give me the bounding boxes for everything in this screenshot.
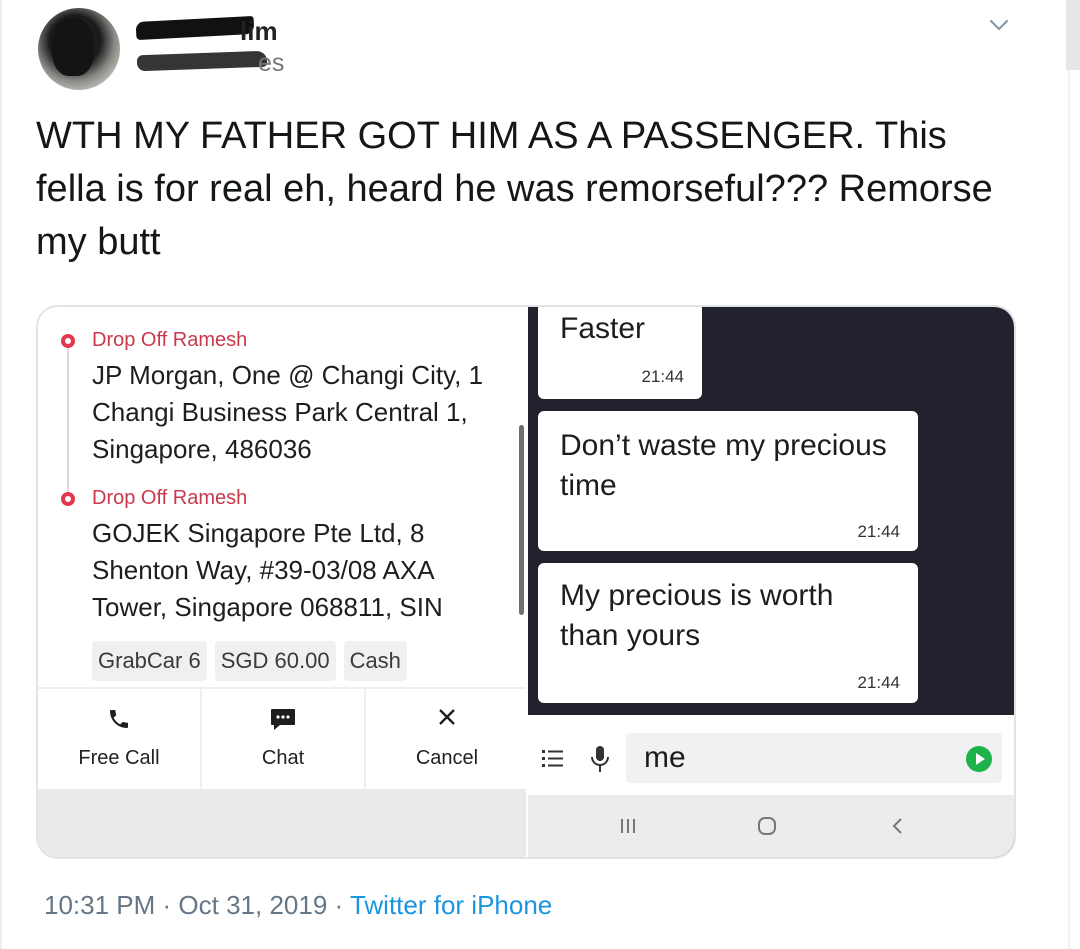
chat-message: Don’t waste my precious time 21:44 bbox=[538, 411, 918, 551]
display-name[interactable]: lim bbox=[240, 16, 278, 47]
close-icon bbox=[439, 709, 455, 725]
vehicle-type-chip: GrabCar 6 bbox=[92, 641, 207, 681]
page-edge-right bbox=[1068, 0, 1070, 949]
drop-off-label: Drop Off Ramesh bbox=[92, 487, 248, 509]
drop-off-marker-icon bbox=[61, 334, 75, 348]
fare-chip: SGD 60.00 bbox=[214, 641, 336, 681]
scrollbar-top bbox=[1066, 0, 1080, 70]
tweet-meta: 10:31 PM · Oct 31, 2019 · Twitter for iP… bbox=[44, 890, 552, 921]
back-icon[interactable] bbox=[890, 817, 906, 835]
chat-message: My precious is worth than yours 21:44 bbox=[538, 563, 918, 703]
avatar-redaction bbox=[52, 18, 94, 76]
message-time: 21:44 bbox=[641, 367, 684, 386]
home-icon[interactable] bbox=[756, 815, 778, 837]
tweet-text: WTH MY FATHER GOT HIM AS A PASSENGER. Th… bbox=[36, 115, 993, 263]
chat-bubble-icon bbox=[271, 709, 295, 730]
bottom-area bbox=[38, 789, 526, 857]
microphone-icon[interactable] bbox=[590, 745, 610, 773]
avatar[interactable] bbox=[38, 8, 120, 90]
handle-redaction bbox=[136, 50, 268, 72]
send-icon[interactable] bbox=[966, 746, 992, 772]
chat-message: Faster 21:44 bbox=[538, 307, 702, 399]
tweet-time[interactable]: 10:31 PM bbox=[44, 890, 155, 920]
chat-label: Chat bbox=[261, 747, 305, 769]
tweet-source-link[interactable]: Twitter for iPhone bbox=[350, 890, 552, 920]
chat-panel: Faster 21:44 Don’t waste my precious tim… bbox=[528, 307, 1014, 857]
message-time: 21:44 bbox=[857, 522, 900, 541]
attached-image[interactable]: Drop Off Ramesh JP Morgan, One @ Changi … bbox=[36, 305, 1016, 859]
android-nav-bar bbox=[528, 795, 1014, 857]
drop-off-marker-icon bbox=[61, 492, 75, 506]
ride-info-chips: GrabCar 6 SGD 60.00 Cash bbox=[92, 641, 407, 681]
page-edge-left bbox=[0, 0, 2, 949]
tweet-date[interactable]: Oct 31, 2019 bbox=[178, 890, 327, 920]
display-name-redaction bbox=[135, 15, 255, 41]
cancel-label: Cancel bbox=[415, 747, 479, 769]
phone-icon bbox=[110, 710, 128, 728]
message-time: 21:44 bbox=[857, 673, 900, 692]
ride-details-panel: Drop Off Ramesh JP Morgan, One @ Changi … bbox=[38, 307, 526, 857]
free-call-label: Free Call bbox=[78, 747, 160, 769]
route-line bbox=[67, 339, 69, 495]
cancel-button[interactable]: Cancel bbox=[366, 689, 528, 789]
meta-separator: · bbox=[155, 890, 179, 920]
list-icon[interactable] bbox=[542, 749, 564, 769]
message-text: Faster bbox=[560, 312, 646, 345]
scrollbar-thumb[interactable] bbox=[519, 425, 524, 615]
chat-button[interactable]: Chat bbox=[202, 689, 364, 789]
free-call-button[interactable]: Free Call bbox=[38, 689, 200, 789]
message-input[interactable]: me bbox=[626, 733, 1002, 783]
meta-separator: · bbox=[327, 890, 350, 920]
chat-input-bar: me bbox=[528, 715, 1014, 795]
chevron-down-icon[interactable] bbox=[988, 14, 1010, 36]
drop-off-address: GOJEK Singapore Pte Ltd, 8 Shenton Way, … bbox=[92, 518, 443, 622]
message-input-value: me bbox=[644, 741, 686, 774]
message-text: My precious is worth than yours bbox=[560, 579, 834, 652]
drop-off-label: Drop Off Ramesh bbox=[92, 329, 248, 351]
message-text: Don’t waste my precious time bbox=[560, 429, 887, 502]
handle[interactable]: es bbox=[258, 49, 284, 78]
drop-off-address: JP Morgan, One @ Changi City, 1 Changi B… bbox=[92, 360, 484, 464]
recents-icon[interactable] bbox=[618, 817, 638, 835]
payment-chip: Cash bbox=[343, 641, 407, 681]
